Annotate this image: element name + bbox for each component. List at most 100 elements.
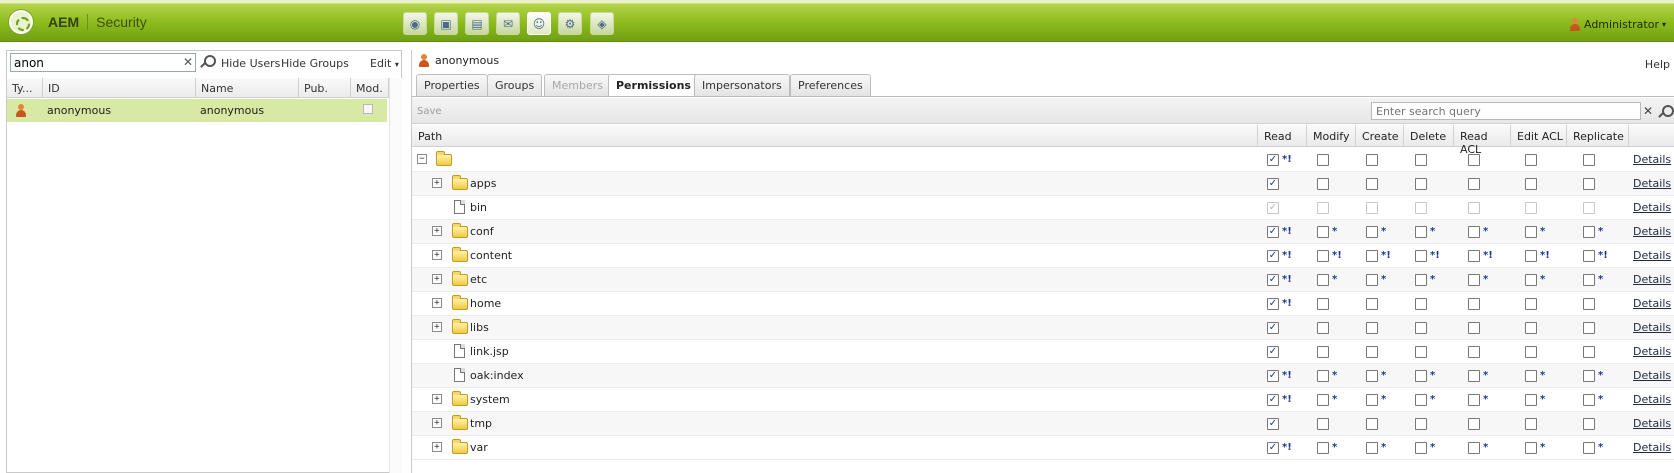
read-checkbox[interactable]: ✓ [1267,298,1279,310]
user-search-input[interactable] [11,54,176,71]
path-label[interactable]: link.jsp [470,345,509,358]
create-checkbox[interactable] [1366,298,1378,310]
edit-menu[interactable]: Edit ▾ [370,57,399,70]
tab-impersonators[interactable]: Impersonators [694,74,790,96]
tab-groups[interactable]: Groups [487,74,543,96]
permission-row[interactable]: + etc ✓ *! * * * * * * Details [412,268,1674,292]
create-checkbox[interactable] [1366,274,1378,286]
modify-checkbox[interactable] [1317,346,1329,358]
help-link[interactable]: Help [1645,58,1670,71]
permission-row[interactable]: + apps ✓ Details [412,172,1674,196]
details-link[interactable]: Details [1633,249,1671,262]
col-create[interactable]: Create [1355,125,1403,147]
replicate-checkbox[interactable] [1583,346,1595,358]
path-label[interactable]: etc [470,273,487,286]
create-checkbox[interactable] [1366,154,1378,166]
details-link[interactable]: Details [1633,201,1671,214]
delete-checkbox[interactable] [1415,418,1427,430]
read-acl-checkbox[interactable] [1468,250,1480,262]
edit-acl-checkbox[interactable] [1525,394,1537,406]
delete-checkbox[interactable] [1415,178,1427,190]
path-label[interactable]: apps [470,177,496,190]
path-label[interactable]: libs [470,321,489,334]
edit-acl-checkbox[interactable] [1525,178,1537,190]
create-checkbox[interactable] [1366,322,1378,334]
permission-row[interactable]: + conf ✓ *! * * * * * * Details [412,220,1674,244]
permission-row[interactable]: oak:index ✓ *! * * * * * * Details [412,364,1674,388]
edit-acl-checkbox[interactable] [1525,346,1537,358]
read-checkbox[interactable]: ✓ [1267,370,1279,382]
permission-row[interactable]: link.jsp ✓ Details [412,340,1674,364]
campaigns-icon[interactable]: ▤ [465,12,489,35]
permission-search-input[interactable] [1371,102,1641,120]
details-link[interactable]: Details [1633,177,1671,190]
delete-checkbox[interactable] [1415,250,1427,262]
col-mod[interactable]: Mod. [351,78,389,98]
delete-checkbox[interactable] [1415,370,1427,382]
expand-icon[interactable]: + [432,298,442,308]
details-link[interactable]: Details [1633,417,1671,430]
edit-acl-checkbox[interactable] [1525,442,1537,454]
users-icon[interactable]: ☺ [527,12,551,35]
create-checkbox[interactable] [1366,418,1378,430]
hide-users-button[interactable]: Hide Users [221,57,280,70]
read-acl-checkbox[interactable] [1468,370,1480,382]
delete-checkbox[interactable] [1415,274,1427,286]
tagging-icon[interactable]: ◈ [590,12,614,35]
collapse-icon[interactable]: − [417,154,427,164]
read-acl-checkbox[interactable] [1468,322,1480,334]
read-checkbox[interactable]: ✓ [1267,274,1279,286]
replicate-checkbox[interactable] [1583,250,1595,262]
permission-row[interactable]: − ✓ *! Details [412,148,1674,172]
path-label[interactable]: bin [470,201,487,214]
replicate-checkbox[interactable] [1583,394,1595,406]
read-acl-checkbox[interactable] [1468,298,1480,310]
read-checkbox[interactable]: ✓ [1267,178,1279,190]
permission-row[interactable]: + tmp ✓ Details [412,412,1674,436]
scrollbar[interactable] [389,78,402,473]
edit-acl-checkbox[interactable] [1525,298,1537,310]
details-link[interactable]: Details [1633,225,1671,238]
delete-checkbox[interactable] [1415,226,1427,238]
create-checkbox[interactable] [1366,442,1378,454]
read-checkbox[interactable]: ✓ [1267,394,1279,406]
read-checkbox[interactable]: ✓ [1267,346,1279,358]
edit-acl-checkbox[interactable] [1525,418,1537,430]
read-checkbox[interactable]: ✓ [1267,154,1279,166]
expand-icon[interactable]: + [432,442,442,452]
tab-permissions[interactable]: Permissions [608,74,699,97]
read-acl-checkbox[interactable] [1468,154,1480,166]
create-checkbox[interactable] [1366,370,1378,382]
modify-checkbox[interactable] [1317,274,1329,286]
replicate-checkbox[interactable] [1583,370,1595,382]
path-label[interactable]: system [470,393,510,406]
col-type[interactable]: Ty... [7,78,43,98]
permission-row[interactable]: + libs ✓ Details [412,316,1674,340]
expand-icon[interactable]: + [432,178,442,188]
edit-acl-checkbox[interactable] [1525,322,1537,334]
create-checkbox[interactable] [1366,394,1378,406]
col-read-acl[interactable]: Read ACL [1453,125,1510,156]
read-checkbox[interactable]: ✓ [1267,442,1279,454]
clear-icon[interactable]: ✕ [1643,104,1653,118]
col-name[interactable]: Name [196,78,299,98]
tools-icon[interactable]: ⚙ [558,12,582,35]
details-link[interactable]: Details [1633,345,1671,358]
read-checkbox[interactable]: ✓ [1267,418,1279,430]
replicate-checkbox[interactable] [1583,298,1595,310]
path-label[interactable]: oak:index [470,369,524,382]
replicate-checkbox[interactable] [1583,274,1595,286]
edit-acl-checkbox[interactable] [1525,250,1537,262]
expand-icon[interactable]: + [432,226,442,236]
save-button[interactable]: Save [417,106,442,117]
create-checkbox[interactable] [1366,178,1378,190]
permission-row[interactable]: bin ✓ Details [412,196,1674,220]
aem-logo-icon[interactable] [9,10,33,34]
details-link[interactable]: Details [1633,321,1671,334]
user-menu[interactable]: Administrator ▾ [1569,18,1666,31]
delete-checkbox[interactable] [1415,154,1427,166]
modify-checkbox[interactable] [1317,370,1329,382]
path-label[interactable]: var [470,441,488,454]
modify-checkbox[interactable] [1317,226,1329,238]
replicate-checkbox[interactable] [1583,322,1595,334]
